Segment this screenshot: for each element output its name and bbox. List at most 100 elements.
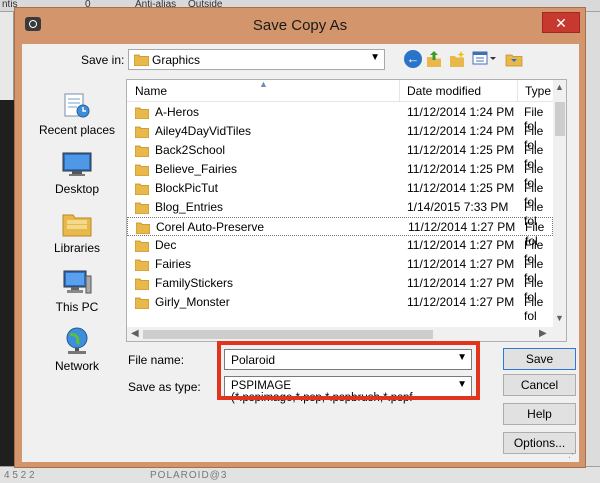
place-label: This PC bbox=[55, 300, 99, 314]
network-icon bbox=[62, 327, 92, 355]
column-header-type[interactable]: Type bbox=[525, 84, 551, 98]
annotation-highlight-box bbox=[217, 341, 480, 400]
file-type-cell: File fol bbox=[524, 295, 544, 323]
file-name-cell: Dec bbox=[155, 238, 177, 252]
background-status-bar: 4 5 2 2 POLAROID@3 bbox=[0, 466, 600, 483]
background-canvas bbox=[0, 100, 14, 470]
new-folder-icon[interactable] bbox=[448, 50, 466, 68]
folder-icon bbox=[134, 144, 150, 160]
file-row[interactable]: Corel Auto-Preserve 11/12/2014 1:27 PM Fil… bbox=[127, 217, 553, 248]
horizontal-scrollbar[interactable]: ◀ ▶ bbox=[127, 327, 553, 341]
file-name-cell: BlockPicTut bbox=[155, 181, 218, 195]
background-right-panel bbox=[585, 12, 600, 483]
save-copy-as-dialog: Save Copy As ✕ Save in: Graphics ▼ ← Rec… bbox=[14, 7, 586, 468]
scroll-up-icon[interactable]: ▲ bbox=[555, 82, 564, 92]
options-button[interactable]: Options... bbox=[503, 432, 576, 454]
file-date-cell: 11/12/2014 1:27 PM bbox=[407, 238, 515, 252]
save-as-type-label: Save as type: bbox=[128, 380, 201, 394]
file-date-cell: 11/12/2014 1:27 PM bbox=[407, 276, 515, 290]
resize-grip-icon[interactable]: ⋰ bbox=[568, 449, 577, 460]
folder-icon bbox=[134, 239, 150, 255]
file-date-cell: 11/12/2014 1:24 PM bbox=[407, 124, 515, 138]
save-button[interactable]: Save bbox=[503, 348, 576, 370]
horizontal-scroll-thumb[interactable] bbox=[143, 330, 433, 339]
scroll-left-icon[interactable]: ◀ bbox=[131, 328, 139, 339]
file-name-cell: Fairies bbox=[155, 257, 192, 271]
this-pc-icon bbox=[62, 268, 92, 296]
file-name-label: File name: bbox=[128, 353, 185, 367]
file-date-cell: 1/14/2015 7:33 PM bbox=[407, 200, 509, 214]
column-header-row: ▲ Name Date modified Type bbox=[127, 80, 553, 102]
file-row[interactable]: BlockPicTut 11/12/2014 1:25 PM File fol bbox=[127, 179, 553, 209]
file-name-cell: Ailey4DayVidTiles bbox=[155, 124, 252, 138]
column-header-name[interactable]: Name bbox=[135, 84, 167, 98]
up-folder-icon[interactable] bbox=[425, 50, 443, 68]
file-name-cell: FamilyStickers bbox=[155, 276, 234, 290]
file-date-cell: 11/12/2014 1:25 PM bbox=[407, 181, 515, 195]
folder-icon bbox=[134, 201, 150, 217]
title-bar[interactable]: Save Copy As ✕ bbox=[15, 8, 585, 44]
close-button[interactable]: ✕ bbox=[542, 12, 580, 33]
file-date-cell: 11/12/2014 1:25 PM bbox=[407, 143, 515, 157]
folder-shortcut-icon[interactable] bbox=[505, 50, 523, 68]
file-row[interactable]: Fairies 11/12/2014 1:27 PM File fol bbox=[127, 255, 553, 285]
place-recent-places[interactable]: Recent places bbox=[34, 89, 120, 141]
file-date-cell: 11/12/2014 1:25 PM bbox=[407, 162, 515, 176]
column-divider[interactable] bbox=[399, 80, 400, 102]
view-menu-icon[interactable] bbox=[472, 50, 496, 68]
scrollbar-corner bbox=[553, 327, 566, 341]
place-desktop[interactable]: Desktop bbox=[34, 148, 120, 200]
file-row[interactable]: Back2School 11/12/2014 1:25 PM File fol bbox=[127, 141, 553, 171]
place-label: Recent places bbox=[38, 123, 116, 137]
libraries-icon bbox=[62, 209, 92, 237]
cancel-button[interactable]: Cancel bbox=[503, 374, 576, 396]
file-date-cell: 11/12/2014 1:24 PM bbox=[407, 105, 515, 119]
bg-status-text: 4 5 2 2 bbox=[4, 470, 35, 481]
dialog-body: Save in: Graphics ▼ ← Recent places Desk… bbox=[22, 44, 579, 462]
chevron-down-icon: ▼ bbox=[370, 52, 380, 63]
file-row[interactable]: FamilyStickers 11/12/2014 1:27 PM File fol bbox=[127, 274, 553, 304]
file-list[interactable]: ▲ Name Date modified Type A-Heros 11/12/2… bbox=[126, 79, 567, 342]
place-label: Network bbox=[54, 359, 99, 373]
file-row[interactable]: Girly_Monster 11/12/2014 1:27 PM File fol bbox=[127, 293, 553, 323]
place-this-pc[interactable]: This PC bbox=[34, 266, 120, 318]
file-row[interactable]: Blog_Entries 1/14/2015 7:33 PM File fol bbox=[127, 198, 553, 228]
scroll-down-icon[interactable]: ▼ bbox=[555, 313, 564, 323]
file-name-cell: Girly_Monster bbox=[155, 295, 230, 309]
folder-icon bbox=[134, 182, 150, 198]
file-name-cell: Blog_Entries bbox=[155, 200, 224, 214]
file-name-cell: Believe_Fairies bbox=[155, 162, 238, 176]
folder-icon bbox=[134, 106, 150, 122]
column-header-date[interactable]: Date modified bbox=[407, 84, 481, 98]
place-network[interactable]: Network bbox=[34, 325, 120, 377]
desktop-icon bbox=[62, 150, 92, 178]
file-date-cell: 11/12/2014 1:27 PM bbox=[407, 257, 515, 271]
vertical-scroll-thumb[interactable] bbox=[555, 102, 565, 136]
back-arrow-icon[interactable]: ← bbox=[404, 50, 422, 68]
column-divider[interactable] bbox=[517, 80, 518, 102]
place-label: Libraries bbox=[53, 241, 101, 255]
file-name-cell: Back2School bbox=[155, 143, 226, 157]
folder-icon bbox=[134, 125, 150, 141]
dialog-title: Save Copy As bbox=[252, 17, 348, 34]
vertical-scrollbar[interactable]: ▲ ▼ bbox=[553, 80, 566, 327]
save-in-label: Save in: bbox=[81, 53, 125, 67]
folder-icon bbox=[134, 277, 150, 293]
recent-places-icon bbox=[62, 91, 92, 119]
file-row[interactable]: Ailey4DayVidTiles 11/12/2014 1:24 PM File … bbox=[127, 122, 553, 152]
file-name-cell: A-Heros bbox=[155, 105, 200, 119]
place-label: Desktop bbox=[54, 182, 100, 196]
file-row[interactable]: A-Heros 11/12/2014 1:24 PM File fol bbox=[127, 103, 553, 133]
save-in-value: Graphics bbox=[152, 53, 201, 67]
file-row[interactable]: Dec 11/12/2014 1:27 PM File fol bbox=[127, 236, 553, 266]
scroll-right-icon[interactable]: ▶ bbox=[539, 328, 547, 339]
place-libraries[interactable]: Libraries bbox=[34, 207, 120, 259]
file-row[interactable]: Believe_Fairies 11/12/2014 1:25 PM File fo… bbox=[127, 160, 553, 190]
help-button[interactable]: Help bbox=[503, 403, 576, 425]
folder-icon bbox=[133, 53, 150, 69]
file-date-cell: 11/12/2014 1:27 PM bbox=[407, 295, 515, 309]
sort-ascending-icon: ▲ bbox=[259, 79, 268, 89]
bg-status-filename: POLAROID@3 bbox=[150, 470, 228, 481]
save-in-dropdown[interactable]: Graphics ▼ bbox=[128, 49, 385, 70]
folder-icon bbox=[134, 296, 150, 312]
